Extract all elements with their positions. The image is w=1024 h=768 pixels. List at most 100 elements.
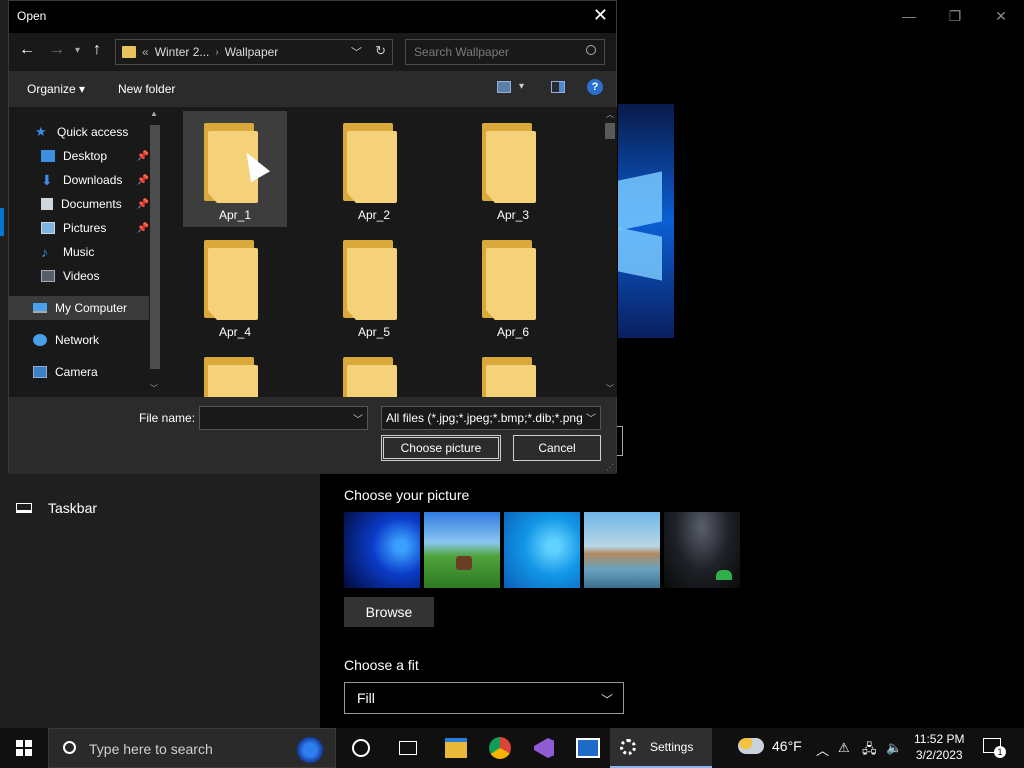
folder-tile[interactable] [322,345,426,397]
breadcrumb-parent[interactable]: Winter 2... [155,45,210,59]
folder-tile[interactable]: Apr_6 [461,228,565,344]
search-icon [586,45,596,55]
folder-tile[interactable] [183,345,287,397]
dialog-nav-bar: ← → ▾ ↑ « Winter 2... › Wallpaper ﹀ ↻ Se… [9,33,616,71]
maximize-button[interactable]: ❐ [932,0,978,32]
settings-taskbar-label: Settings [650,740,694,754]
dialog-toolbar: Organize ▾ New folder ▾ ? [9,71,616,107]
new-folder-button[interactable]: New folder [118,82,175,96]
picture-thumbnail[interactable] [664,512,740,588]
file-type-value: All files (*.jpg;*.jpeg;*.bmp;*.dib;*.pn… [386,411,583,425]
scroll-up-icon[interactable]: ▲ [150,109,158,118]
organize-button[interactable]: Organize ▾ [27,82,85,96]
recent-locations-icon[interactable]: ▾ [75,45,80,56]
file-type-dropdown[interactable]: All files (*.jpg;*.jpeg;*.bmp;*.dib;*.pn… [381,406,601,430]
nav-item-taskbar[interactable]: Taskbar [16,500,97,516]
background-dropdown-edge[interactable] [617,426,623,456]
volume-icon[interactable]: 🔈 [886,740,902,756]
cancel-button[interactable]: Cancel [513,435,601,461]
forward-arrow-icon[interactable]: → [49,41,65,59]
nav-label: Downloads [63,173,123,187]
change-view-icon[interactable] [497,81,511,93]
settings-taskbar-button[interactable]: Settings [610,728,712,768]
nav-downloads[interactable]: ⬇ Downloads 📌 [9,168,149,192]
app-window-icon[interactable] [576,736,600,760]
choose-picture-button[interactable]: Choose picture [381,435,501,461]
search-placeholder: Search Wallpaper [414,45,509,59]
taskbar-search-box[interactable]: Type here to search [48,728,336,768]
chevron-down-icon[interactable]: ﹀ [353,411,363,426]
file-list: Apr_1 Apr_2 Apr_3 Apr_4 Apr_5 Apr_6 [165,107,603,397]
picture-thumbnail[interactable] [344,512,420,588]
folder-tile[interactable]: Apr_3 [461,111,565,227]
pin-icon: 📌 [136,174,149,186]
picture-thumbnail[interactable] [504,512,580,588]
nav-videos[interactable]: Videos [9,264,149,288]
bing-icon[interactable] [297,737,323,763]
browse-button[interactable]: Browse [344,597,434,627]
help-icon[interactable]: ? [587,79,603,95]
weather-widget[interactable]: 46°F [738,738,802,754]
folder-tile[interactable]: Apr_4 [183,228,287,344]
folder-icon [122,46,136,58]
scrollbar-thumb[interactable] [605,123,615,139]
cortana-icon[interactable] [349,736,373,760]
wifi-icon[interactable]: 🖧 [862,740,877,762]
file-explorer-icon[interactable] [444,736,468,760]
scroll-down-icon[interactable]: ﹀ [606,383,614,394]
folder-tile[interactable]: Apr_5 [322,228,426,344]
nav-desktop[interactable]: Desktop 📌 [9,144,149,168]
navigation-pane: ★ Quick access Desktop 📌 ⬇ Downloads 📌 D… [9,107,165,397]
pin-icon: 📌 [136,150,149,162]
minimize-button[interactable]: — [886,0,932,32]
scroll-down-icon[interactable]: ﹀ [150,383,158,394]
folder-icon [343,240,397,320]
chevron-down-icon[interactable]: ﹀ [351,44,362,60]
fit-dropdown[interactable]: Fill ﹀ [344,682,624,714]
scroll-up-icon[interactable]: ︿ [606,109,614,120]
nav-camera[interactable]: Camera [9,360,149,384]
search-input[interactable]: Search Wallpaper [405,39,605,65]
nav-quick-access[interactable]: ★ Quick access [9,120,149,144]
windows-logo-tile [16,749,23,756]
preview-pane-icon[interactable] [551,81,565,93]
scrollbar-thumb[interactable] [150,125,160,369]
close-window-button[interactable]: ✕ [978,0,1024,32]
folder-tile[interactable] [461,345,565,397]
visual-studio-icon[interactable] [532,736,556,760]
music-icon: ♪ [41,244,48,260]
nav-pictures[interactable]: Pictures 📌 [9,216,149,240]
partly-cloudy-icon [738,738,764,754]
folder-name: Apr_2 [357,208,391,222]
file-list-scrollbar[interactable]: ︿ ﹀ [603,107,617,397]
folder-tile[interactable]: Apr_2 [322,111,426,227]
breadcrumb-current[interactable]: Wallpaper [225,45,279,59]
notifications-icon[interactable]: 1 [983,738,1006,758]
refresh-icon[interactable]: ↻ [375,43,386,59]
network-status-icon[interactable]: ⚠ [838,740,850,756]
picture-thumbnail[interactable] [424,512,500,588]
chevron-down-icon: ﹀ [600,693,613,707]
folder-icon [343,357,397,397]
picture-thumbnail[interactable] [584,512,660,588]
file-name-input[interactable]: ﹀ [199,406,368,430]
chrome-icon[interactable] [488,736,512,760]
clock[interactable]: 11:52 PM 3/2/2023 [914,731,964,763]
nav-network[interactable]: Network [9,328,149,352]
task-view-icon[interactable] [396,736,420,760]
nav-label: Pictures [63,221,107,235]
up-arrow-icon[interactable]: ↑ [93,41,101,59]
address-bar[interactable]: « Winter 2... › Wallpaper ﹀ ↻ [115,39,393,65]
nav-scrollbar[interactable]: ▲ ﹀ [149,109,161,395]
breadcrumb-overflow[interactable]: « [142,45,149,59]
nav-documents[interactable]: Documents 📌 [9,192,149,216]
back-arrow-icon[interactable]: ← [19,41,35,59]
close-icon[interactable]: ✕ [593,5,608,26]
nav-my-computer[interactable]: My Computer [9,296,149,320]
nav-music[interactable]: ♪ Music [9,240,149,264]
start-button[interactable] [16,740,32,756]
resize-grip-icon[interactable]: ⋰ [606,463,614,472]
chevron-up-icon[interactable]: ︿ [816,740,829,759]
folder-tile[interactable]: Apr_1 [183,111,287,227]
chevron-down-icon[interactable]: ▾ [519,81,524,92]
